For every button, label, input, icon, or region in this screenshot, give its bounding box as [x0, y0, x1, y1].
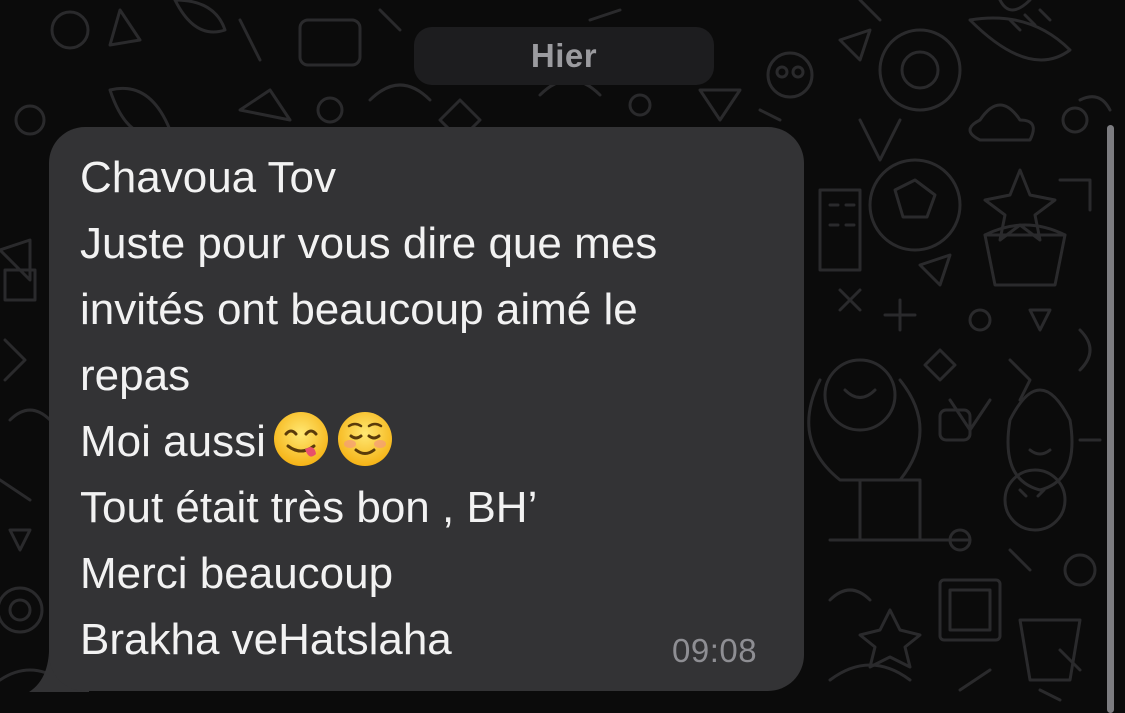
- message-line: Moi aussi: [80, 417, 266, 466]
- message-line: Merci beaucoup: [80, 549, 394, 598]
- message-line: Tout était très bon , BH’: [80, 483, 538, 532]
- message-text: Chavoua Tov Juste pour vous dire que mes…: [80, 145, 780, 673]
- message-line: Juste pour vous dire que mes: [80, 219, 658, 268]
- message-line: repas: [80, 351, 191, 400]
- date-separator: Hier: [414, 27, 714, 85]
- message-line: invités ont beaucoup aimé le: [80, 285, 638, 334]
- message-timestamp: 09:08: [672, 632, 758, 669]
- smiling-face-emoji: [337, 412, 392, 466]
- chat-background: Hier Chavoua Tov Juste pour vous dire qu…: [0, 0, 1125, 713]
- scrollbar[interactable]: [1107, 125, 1114, 713]
- message-line: Chavoua Tov: [80, 153, 337, 202]
- face-savoring-food-emoji: [273, 412, 328, 466]
- message-line-with-emojis: Moi aussi: [80, 409, 780, 475]
- date-separator-label: Hier: [530, 37, 598, 74]
